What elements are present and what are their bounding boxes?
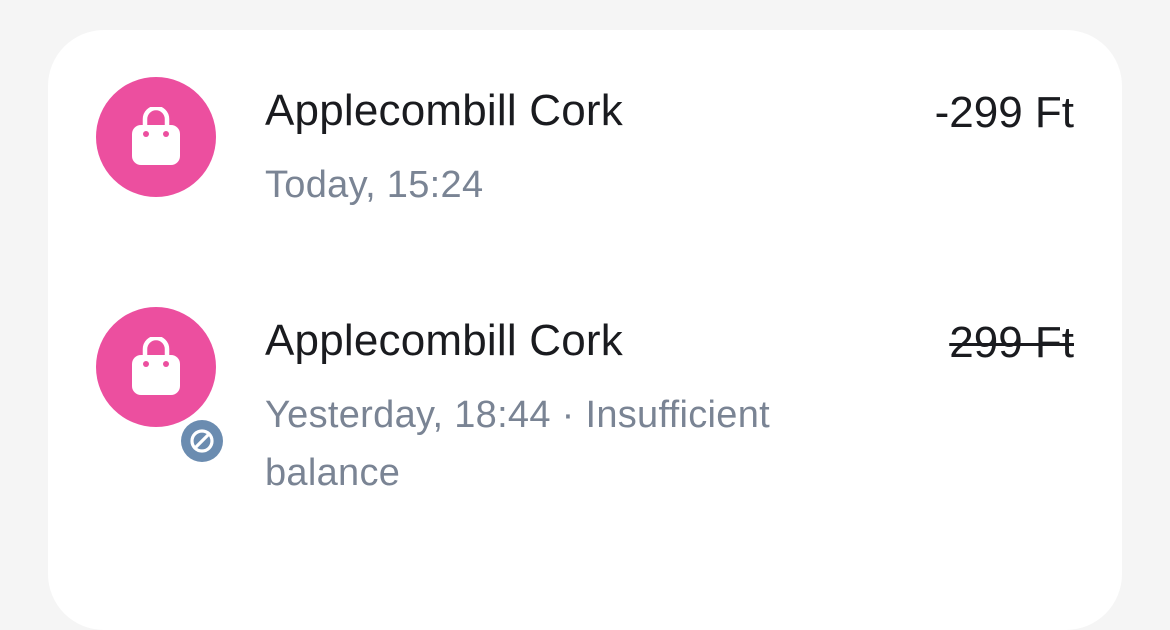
transaction-row[interactable]: Applecombill Cork Today, 15:24 -299 Ft <box>48 30 1122 260</box>
merchant-avatar <box>96 307 216 427</box>
merchant-name: Applecombill Cork <box>265 316 623 365</box>
declined-status-badge <box>177 416 227 466</box>
transaction-amount-declined: 299 Ft <box>949 318 1074 367</box>
transactions-card: Applecombill Cork Today, 15:24 -299 Ft A… <box>48 30 1122 630</box>
transaction-time: Today, 15:24 <box>265 164 484 206</box>
shopping-bag-icon <box>132 337 180 395</box>
transaction-amount: -299 Ft <box>934 88 1074 137</box>
transaction-time-and-reason: Yesterday, 18:44 · Insufficient balance <box>265 394 771 494</box>
merchant-name: Applecombill Cork <box>265 86 623 135</box>
shopping-bag-icon <box>132 107 180 165</box>
blocked-icon <box>190 429 214 453</box>
transaction-row[interactable]: Applecombill Cork Yesterday, 18:44 · Ins… <box>48 260 1122 560</box>
merchant-avatar <box>96 77 216 197</box>
